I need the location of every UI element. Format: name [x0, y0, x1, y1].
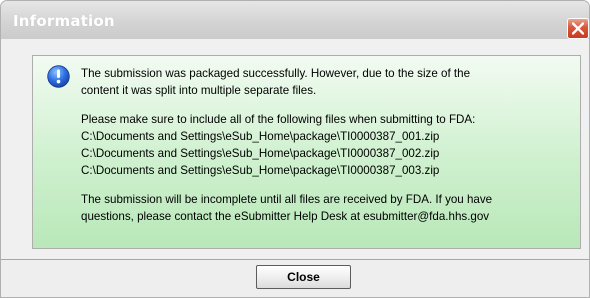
button-bar: Close	[1, 259, 589, 297]
close-button[interactable]: Close	[256, 265, 351, 289]
message-intro-line-1: The submission was packaged successfully…	[81, 67, 471, 80]
window-title: Information	[13, 12, 115, 30]
file-path-1: C:\Documents and Settings\eSub_Home\pack…	[81, 130, 440, 143]
message-text: The submission was packaged successfully…	[81, 65, 581, 225]
message-intro-line-2: content it was split into multiple separ…	[81, 84, 317, 97]
info-icon	[47, 65, 70, 88]
message-closing-line-1: The submission will be incomplete until …	[81, 193, 493, 206]
dialog-body: The submission was packaged successfully…	[1, 39, 589, 297]
message-closing-line-2: questions, please contact the eSubmitter…	[81, 210, 490, 223]
message-instruction: Please make sure to include all of the f…	[81, 113, 476, 126]
close-icon	[572, 22, 584, 35]
information-dialog: Information The submission was packaged …	[0, 0, 590, 298]
title-bar[interactable]: Information	[1, 1, 589, 39]
close-window-button[interactable]	[567, 18, 589, 39]
file-path-3: C:\Documents and Settings\eSub_Home\pack…	[81, 164, 440, 177]
file-path-2: C:\Documents and Settings\eSub_Home\pack…	[81, 147, 440, 160]
